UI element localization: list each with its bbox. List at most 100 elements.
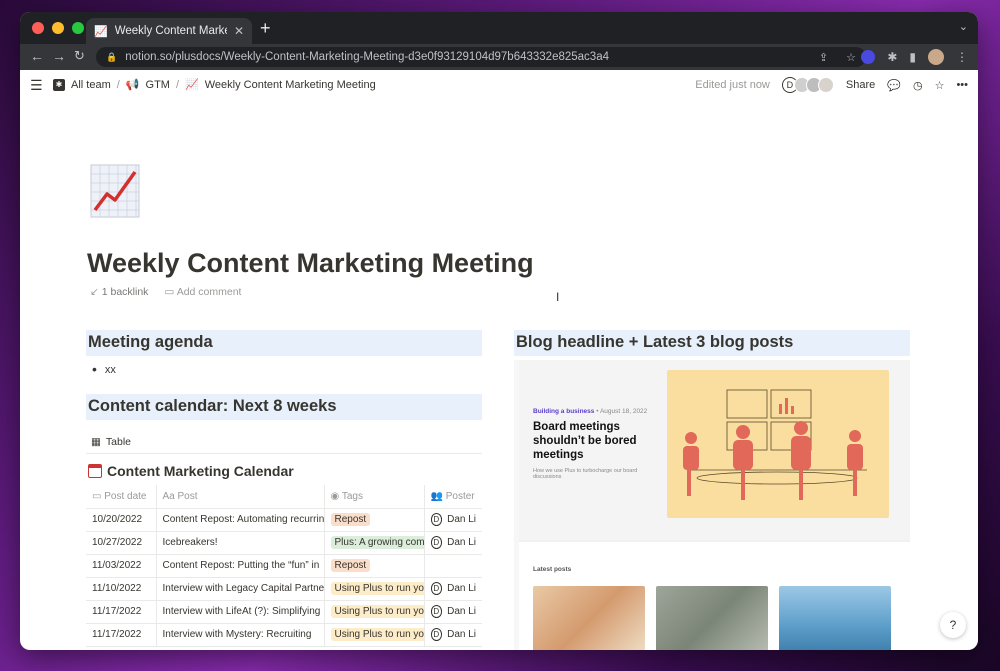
post-title-cell[interactable]: Interview with LifeAt (?): Simplifying [156, 600, 325, 624]
share-page-icon[interactable]: ⇪ [819, 51, 828, 64]
blog-thumbnail[interactable] [533, 586, 645, 650]
poster-column-cell[interactable]: D Dan Li [424, 531, 482, 555]
profile-avatar[interactable] [928, 49, 944, 65]
favorite-star-icon[interactable]: ☆ [935, 79, 945, 92]
post-title-cell[interactable]: Content Repost: Putting the “fun” in [156, 554, 325, 578]
database-title[interactable]: Content Marketing Calendar [86, 463, 482, 479]
board-meeting-illustration [667, 370, 889, 518]
tags-cell[interactable]: Repost [324, 554, 425, 578]
right-column: Blog headline + Latest 3 blog posts Buil… [514, 330, 910, 650]
blog-thumbnail[interactable] [656, 586, 768, 650]
tags-cell[interactable]: Plus: A growing company [324, 531, 425, 555]
breadcrumb-current-page[interactable]: Weekly Content Marketing Meeting [205, 79, 376, 91]
tag-badge: Plus: A growing company [330, 536, 423, 549]
tags-cell[interactable]: Using Plus to run your [324, 577, 425, 601]
breadcrumb-gtm[interactable]: GTM [146, 79, 170, 91]
table-row[interactable]: 10/27/2022 Icebreakers! Plus: A growing co… [86, 531, 482, 555]
calendar-heading[interactable]: Content calendar: Next 8 weeks [86, 394, 482, 420]
chart-increasing-icon: 📈 [185, 79, 199, 91]
collaborator-avatars[interactable]: D [781, 77, 834, 93]
notion-topbar: ☰ ✱ All team / 📢 GTM / 📈 Weekly Content … [20, 70, 978, 100]
forward-icon[interactable]: → [52, 48, 66, 64]
poster-column-cell[interactable]: D Dan Li [424, 577, 482, 601]
avatar: D [430, 536, 443, 549]
column-header-post-date[interactable]: ▭ Post date [86, 485, 157, 509]
breadcrumb-all-team[interactable]: All team [71, 79, 111, 91]
poster-name: Dan Li [447, 606, 476, 617]
post-date-cell[interactable]: 11/17/2022 [86, 600, 157, 624]
tags-cell[interactable]: Using Plus to run your [324, 623, 425, 647]
post-date-cell[interactable]: 11/17/2022 [86, 623, 157, 647]
reload-icon[interactable]: ↻ [74, 48, 85, 64]
poster-column-cell[interactable] [424, 554, 482, 578]
blog-embed[interactable]: Building a business • August 18, 2022 Bo… [514, 360, 910, 650]
page-title[interactable]: Weekly Content Marketing Meeting [87, 248, 534, 279]
table-row[interactable]: 11/03/2022 Content Repost: Putting the “f… [86, 554, 482, 578]
minimize-window-button[interactable] [52, 22, 64, 34]
table-row[interactable]: 10/20/2022 Content Repost: Automating rec… [86, 508, 482, 532]
history-clock-icon[interactable]: ◷ [913, 79, 923, 92]
post-title-cell[interactable]: Icebreakers! [156, 531, 325, 555]
add-comment-label: Add comment [176, 286, 242, 298]
blog-headline[interactable]: Board meetings shouldn’t be bored meetin… [533, 420, 663, 462]
page-content: Weekly Content Marketing Meeting ↙ 1 bac… [20, 100, 978, 650]
table-view-label: Table [105, 436, 132, 448]
avatar: D [430, 513, 443, 526]
post-date-cell[interactable]: 11/10/2022 [86, 577, 157, 601]
new-tab-button[interactable]: + [260, 18, 271, 39]
tab-bar: 📈 Weekly Content Marketing Meeting ✕ + ⌄ [20, 12, 978, 44]
lock-icon[interactable]: 🔒 [106, 52, 117, 63]
blog-heading[interactable]: Blog headline + Latest 3 blog posts [514, 330, 910, 356]
add-comment-button[interactable]: ▭ Add comment [164, 286, 241, 298]
poster-column-cell[interactable]: D Dan Li [424, 600, 482, 624]
post-title-cell[interactable]: Interview with Legacy Capital Partners [156, 577, 325, 601]
column-header-tags[interactable]: ◉ Tags [324, 485, 425, 509]
poster-column-cell[interactable]: D Dan Li [424, 508, 482, 532]
post-date-cell[interactable]: 11/03/2022 [86, 554, 157, 578]
column-header-post[interactable]: Aa Post [156, 485, 325, 509]
list-item[interactable]: • xx [86, 356, 482, 394]
blog-thumbnail[interactable] [779, 586, 891, 650]
share-button[interactable]: Share [846, 79, 875, 91]
post-date-cell[interactable]: 10/27/2022 [86, 531, 157, 555]
hamburger-menu-icon[interactable]: ☰ [30, 77, 43, 94]
url-text: notion.so/plusdocs/Weekly-Content-Market… [125, 51, 609, 63]
post-title-cell[interactable]: Content Repost: Automating recurring [156, 508, 325, 532]
maximize-window-button[interactable] [72, 22, 84, 34]
close-tab-icon[interactable]: ✕ [234, 24, 244, 38]
column-header-poster[interactable]: 👥 Poster [424, 485, 482, 509]
calendar-icon [88, 464, 102, 478]
address-bar[interactable]: 🔒 notion.so/plusdocs/Weekly-Content-Mark… [96, 47, 866, 67]
poster-name: Dan Li [447, 514, 476, 525]
bookmark-star-icon[interactable]: ☆ [846, 51, 856, 64]
chart-increasing-icon[interactable] [90, 164, 140, 218]
tab-search-icon[interactable]: ⌄ [959, 20, 968, 33]
post-title-cell[interactable]: Interview with Mystery: Recruiting [156, 623, 325, 647]
extension-icon[interactable] [861, 50, 876, 64]
blog-hero: Building a business • August 18, 2022 Bo… [519, 360, 910, 540]
toolbar: ← → ↻ 🔒 notion.so/plusdocs/Weekly-Conten… [20, 44, 978, 70]
help-button[interactable]: ? [940, 612, 966, 638]
tab-table-view[interactable]: ▦ Table [86, 432, 482, 454]
table-row[interactable]: 11/17/2022 Interview with Mystery: Recrui… [86, 623, 482, 647]
browser-tab[interactable]: 📈 Weekly Content Marketing Meeting ✕ [86, 18, 252, 44]
kebab-menu-icon[interactable]: ⋮ [956, 50, 968, 64]
puzzle-icon[interactable]: ✱ [887, 50, 897, 64]
extensions-area: ✱ ▮ ⋮ [861, 49, 968, 65]
meeting-illustration-image [683, 389, 867, 500]
table-row[interactable]: 11/17/2022 Interview with LifeAt (?): Sim… [86, 600, 482, 624]
close-window-button[interactable] [32, 22, 44, 34]
back-icon[interactable]: ← [30, 48, 44, 64]
agenda-heading[interactable]: Meeting agenda [86, 330, 482, 356]
backlink-button[interactable]: ↙ 1 backlink [90, 286, 148, 298]
table-row[interactable]: 11/10/2022 Interview with Legacy Capital … [86, 577, 482, 601]
comment-icon[interactable]: 💬 [887, 79, 901, 92]
tags-cell[interactable]: Using Plus to run your [324, 600, 425, 624]
tags-cell[interactable]: Repost [324, 508, 425, 532]
more-options-icon[interactable]: ••• [956, 79, 968, 91]
tag-badge: Using Plus to run your [330, 628, 423, 641]
avatar: D [430, 605, 443, 618]
sidebar-icon[interactable]: ▮ [909, 50, 916, 64]
poster-column-cell[interactable]: D Dan Li [424, 623, 482, 647]
post-date-cell[interactable]: 10/20/2022 [86, 508, 157, 532]
